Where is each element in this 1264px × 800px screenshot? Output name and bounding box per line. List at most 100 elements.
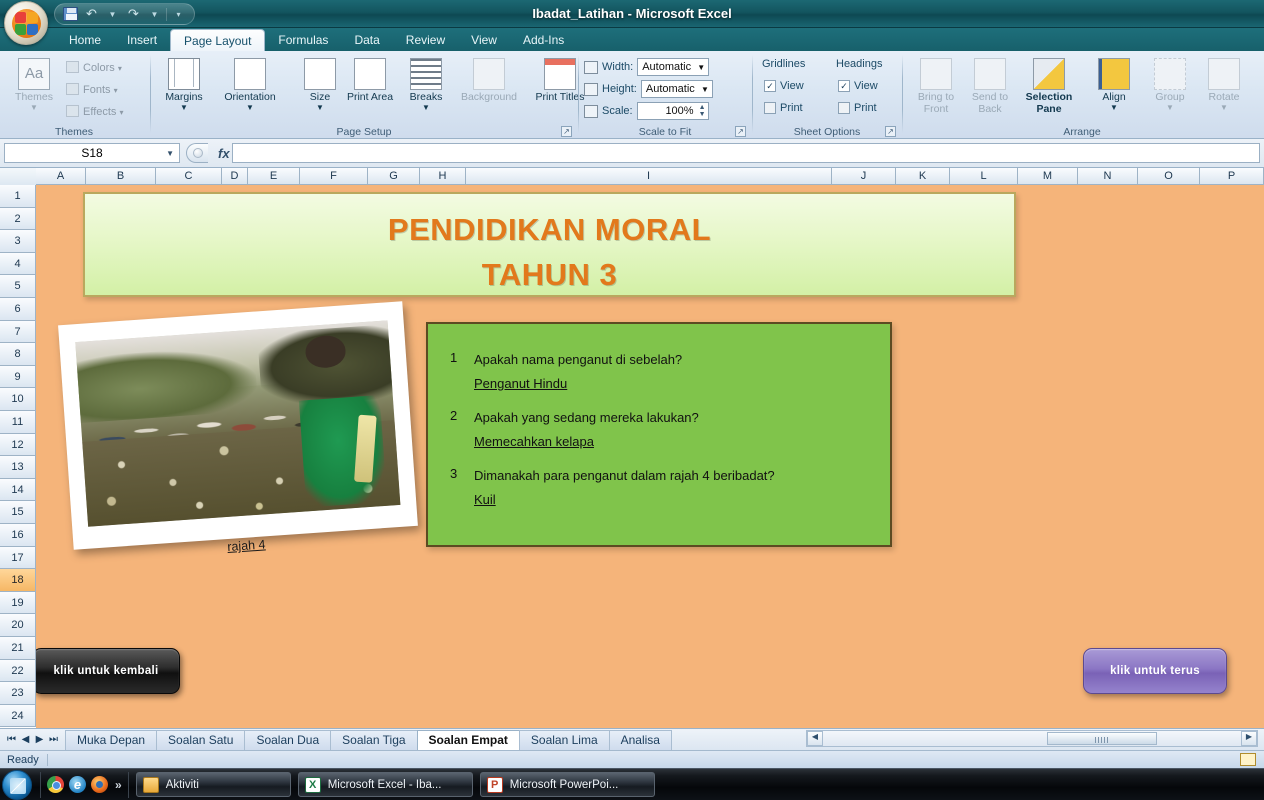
- row-header-7[interactable]: 7: [0, 320, 36, 344]
- orientation-button[interactable]: Orientation ▼: [214, 55, 286, 111]
- redo-icon[interactable]: ↷: [124, 5, 143, 24]
- first-sheet-icon[interactable]: ⏮: [5, 734, 18, 745]
- chevron-down-icon[interactable]: ▾: [114, 86, 118, 95]
- chevron-down-icon[interactable]: ▼: [166, 149, 174, 158]
- tab-review[interactable]: Review: [393, 29, 458, 51]
- size-button[interactable]: Size ▼: [292, 55, 348, 111]
- formula-collapse-icon[interactable]: [186, 143, 208, 163]
- taskbar-button-aktiviti[interactable]: Aktiviti: [135, 772, 291, 797]
- theme-colors-button[interactable]: Colors ▾: [66, 61, 122, 74]
- scale-spinner[interactable]: 100% ▲ ▼: [636, 102, 709, 120]
- theme-effects-button[interactable]: Effects ▾: [66, 105, 124, 118]
- chevron-down-icon[interactable]: ▼: [398, 103, 454, 111]
- scroll-left-icon[interactable]: ◀: [807, 731, 823, 746]
- chevron-down-icon[interactable]: ▼: [1086, 103, 1142, 111]
- taskbar-button-powerpoint[interactable]: Microsoft PowerPoi...: [479, 772, 655, 797]
- height-combo[interactable]: Automatic ▼: [640, 80, 713, 98]
- tab-add-ins[interactable]: Add-Ins: [510, 29, 577, 51]
- column-header-m[interactable]: M: [1018, 168, 1078, 185]
- firefox-icon[interactable]: [91, 776, 108, 793]
- row-header-13[interactable]: 13: [0, 456, 36, 479]
- row-header-1[interactable]: 1: [0, 185, 36, 208]
- align-button[interactable]: Align ▼: [1086, 55, 1142, 111]
- slide-title-banner[interactable]: PENDIDIKAN MORAL TAHUN 3: [83, 192, 1016, 297]
- column-header-h[interactable]: H: [420, 168, 466, 185]
- row-header-15[interactable]: 15: [0, 501, 36, 524]
- column-header-e[interactable]: E: [248, 168, 300, 185]
- sheet-tab-analisa[interactable]: Analisa: [608, 729, 672, 750]
- page-setup-dialog-launcher[interactable]: ↗: [561, 126, 572, 137]
- chevron-down-icon[interactable]: ▼: [701, 85, 709, 93]
- row-header-8[interactable]: 8: [0, 343, 36, 366]
- row-header-20[interactable]: 20: [0, 614, 36, 637]
- row-header-2[interactable]: 2: [0, 207, 36, 231]
- tab-formulas[interactable]: Formulas: [265, 29, 341, 51]
- row-header-5[interactable]: 5: [0, 275, 36, 298]
- customize-qat-icon[interactable]: ▾: [169, 5, 188, 24]
- normal-view-icon[interactable]: [1240, 753, 1256, 766]
- gridlines-print-checkbox[interactable]: ✓ Print: [764, 102, 803, 114]
- headings-view-checkbox[interactable]: ✓ View: [838, 80, 878, 92]
- sheet-tab-soalan-lima[interactable]: Soalan Lima: [518, 729, 610, 750]
- width-combo[interactable]: Automatic ▼: [637, 58, 710, 76]
- row-header-19[interactable]: 19: [0, 591, 36, 615]
- column-header-o[interactable]: O: [1138, 168, 1200, 185]
- column-header-c[interactable]: C: [156, 168, 222, 185]
- row-header-10[interactable]: 10: [0, 388, 36, 411]
- sheet-tab-muka-depan[interactable]: Muka Depan: [65, 729, 158, 750]
- sheet-tab-soalan-dua[interactable]: Soalan Dua: [244, 729, 332, 750]
- sheet-tab-soalan-empat[interactable]: Soalan Empat: [416, 729, 520, 750]
- print-area-button[interactable]: Print Area: [342, 55, 398, 104]
- tab-insert[interactable]: Insert: [114, 29, 170, 51]
- name-box[interactable]: S18 ▼: [4, 143, 180, 163]
- prev-sheet-icon[interactable]: ◀: [19, 734, 32, 745]
- row-header-12[interactable]: 12: [0, 433, 36, 457]
- scroll-right-icon[interactable]: ▶: [1241, 731, 1257, 746]
- office-button-icon[interactable]: [4, 1, 48, 45]
- row-header-17[interactable]: 17: [0, 546, 36, 570]
- row-header-16[interactable]: 16: [0, 524, 36, 547]
- row-header-18[interactable]: 18: [0, 569, 36, 592]
- headings-print-checkbox[interactable]: ✓ Print: [838, 102, 877, 114]
- undo-dropdown-icon[interactable]: ▼: [103, 5, 122, 24]
- next-sheet-icon[interactable]: ▶: [33, 734, 46, 745]
- row-header-14[interactable]: 14: [0, 478, 36, 502]
- redo-dropdown-icon[interactable]: ▼: [145, 5, 164, 24]
- tab-view[interactable]: View: [458, 29, 510, 51]
- chevron-down-icon[interactable]: ▼: [6, 103, 62, 111]
- column-header-i[interactable]: I: [466, 168, 832, 185]
- tab-data[interactable]: Data: [341, 29, 392, 51]
- tab-home[interactable]: Home: [56, 29, 114, 51]
- column-header-p[interactable]: P: [1200, 168, 1264, 185]
- taskbar-button-excel[interactable]: Microsoft Excel - Iba...: [297, 772, 473, 797]
- tab-page-layout[interactable]: Page Layout: [170, 29, 266, 51]
- chevron-down-icon[interactable]: ▾: [118, 64, 122, 73]
- margins-button[interactable]: Margins ▼: [156, 55, 212, 111]
- save-icon[interactable]: [61, 5, 80, 24]
- themes-button[interactable]: Aa Themes ▼: [6, 55, 62, 111]
- row-header-11[interactable]: 11: [0, 411, 36, 434]
- theme-fonts-button[interactable]: Fonts ▾: [66, 83, 118, 96]
- sheet-tab-soalan-satu[interactable]: Soalan Satu: [156, 729, 246, 750]
- column-header-g[interactable]: G: [368, 168, 420, 185]
- horizontal-scrollbar[interactable]: ◀ ▶: [806, 730, 1258, 747]
- column-header-l[interactable]: L: [950, 168, 1018, 185]
- sheet-options-dialog-launcher[interactable]: ↗: [885, 126, 896, 137]
- last-sheet-icon[interactable]: ⏭: [47, 734, 60, 745]
- breaks-button[interactable]: Breaks ▼: [398, 55, 454, 111]
- column-header-d[interactable]: D: [222, 168, 248, 185]
- row-header-6[interactable]: 6: [0, 298, 36, 321]
- undo-icon[interactable]: ↶: [82, 5, 101, 24]
- selection-pane-button[interactable]: Selection Pane: [1018, 55, 1080, 115]
- chevron-down-icon[interactable]: ▾: [120, 108, 124, 117]
- photo-frame[interactable]: rajah 4: [58, 301, 419, 564]
- row-header-4[interactable]: 4: [0, 252, 36, 276]
- chevron-down-icon[interactable]: ▼: [214, 103, 286, 111]
- start-button-icon[interactable]: [2, 769, 32, 800]
- formula-input[interactable]: [231, 143, 1260, 163]
- column-header-b[interactable]: B: [86, 168, 156, 185]
- column-header-a[interactable]: A: [36, 168, 86, 185]
- column-header-k[interactable]: K: [896, 168, 950, 185]
- gridlines-view-checkbox[interactable]: ✓ View: [764, 80, 804, 92]
- row-header-3[interactable]: 3: [0, 230, 36, 253]
